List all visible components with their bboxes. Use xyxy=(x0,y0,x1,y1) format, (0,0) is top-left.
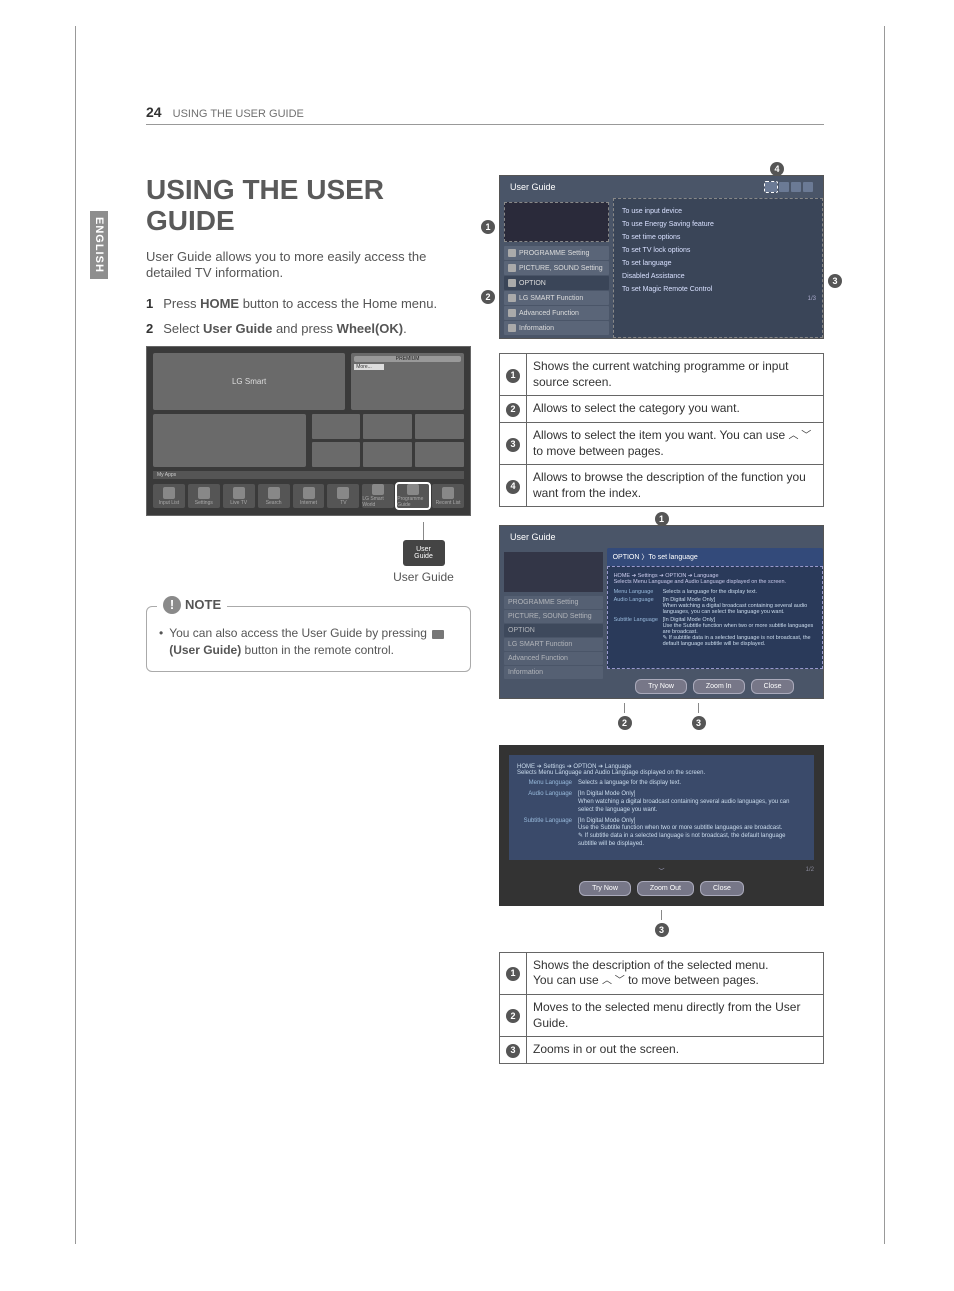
side-advanced: Advanced Function xyxy=(504,306,609,320)
callout-3: 3 xyxy=(828,274,842,288)
callout-4: 4 xyxy=(770,162,784,176)
hm-content-box xyxy=(153,414,306,466)
zoom-in-button: Zoom In xyxy=(693,679,745,694)
zoom-screenshot: HOME ➔ Settings ➔ OPTION ➔ Language Sele… xyxy=(499,745,824,937)
description-table-1: 1 Shows the current watching programme o… xyxy=(499,353,824,507)
zoom-out-button: Zoom Out xyxy=(637,881,694,896)
row-desc: Allows to select the category you want. xyxy=(527,396,824,423)
side-picture-sound: PICTURE, SOUND Setting xyxy=(504,261,609,275)
row-num: 3 xyxy=(506,1044,520,1058)
dock-tv: TV xyxy=(327,484,359,508)
ug-title: User Guide xyxy=(510,532,556,542)
arrows-icon: ︿ ﹀ xyxy=(602,976,625,987)
hm-dock: Input List Settings Live TV Search Inter… xyxy=(153,483,464,510)
try-now-button: Try Now xyxy=(635,679,687,694)
user-guide-popup-box: User Guide xyxy=(403,540,445,566)
dock-live-tv: Live TV xyxy=(223,484,255,508)
row-desc: Shows the description of the selected me… xyxy=(527,952,824,994)
note-icon: ! xyxy=(163,596,181,614)
callout-2: 2 xyxy=(481,290,495,304)
callout-2: 2 xyxy=(618,716,632,730)
dock-search: Search xyxy=(258,484,290,508)
arrows-icon: ︿ ﹀ xyxy=(788,430,811,441)
detail-breadcrumb: OPTION 〉To set language xyxy=(607,548,823,566)
row-desc: Shows the current watching programme or … xyxy=(527,354,824,396)
user-guide-screen-1: 1 2 3 4 User Guide xyxy=(499,175,824,339)
book-icon xyxy=(432,630,444,639)
ug-sidebar-dim: PROGRAMME Setting PICTURE, SOUND Setting… xyxy=(500,548,607,698)
ug-title: User Guide xyxy=(510,182,556,192)
step-2: 2 Select User Guide and press Wheel(OK). xyxy=(146,321,471,336)
language-tab: ENGLISH xyxy=(90,211,108,279)
ug-item: To set Magic Remote Control xyxy=(620,283,816,296)
ug-item: To set language xyxy=(620,257,816,270)
step-number: 2 xyxy=(146,321,153,336)
page-header: 24 USING THE USER GUIDE xyxy=(146,104,824,125)
side-information: Information xyxy=(504,321,609,335)
step-number: 1 xyxy=(146,296,153,311)
dock-smart-world: LG Smart World xyxy=(362,484,394,508)
ug-item: To set TV lock options xyxy=(620,244,816,257)
min-icon xyxy=(779,182,789,192)
row-desc: Moves to the selected menu directly from… xyxy=(527,994,824,1036)
page-number: 24 xyxy=(146,104,162,120)
page-indicator: 1/2 xyxy=(665,867,815,873)
try-now-button: Try Now xyxy=(579,881,631,896)
row-num: 4 xyxy=(506,480,520,494)
dock-settings: Settings xyxy=(188,484,220,508)
intro-text: User Guide allows you to more easily acc… xyxy=(146,249,471,283)
page-title: USING THE USER GUIDE xyxy=(146,175,471,237)
row-num: 3 xyxy=(506,438,520,452)
close-button: Close xyxy=(700,881,744,896)
description-table-2: 1 Shows the description of the selected … xyxy=(499,952,824,1064)
dock-programme-guide: Programme Guide xyxy=(397,484,429,508)
row-desc: Allows to browse the description of the … xyxy=(527,465,824,507)
user-guide-popup: User Guide User Guide xyxy=(376,522,471,584)
page-indicator: 1/3 xyxy=(620,296,816,302)
row-desc: Zooms in or out the screen. xyxy=(527,1037,824,1064)
note-box: ! NOTE • You can also access the User Gu… xyxy=(146,606,471,672)
callout-1: 1 xyxy=(481,220,495,234)
detail-content: HOME ➔ Settings ➔ OPTION ➔ Language Sele… xyxy=(607,566,823,669)
dock-input-list: Input List xyxy=(153,484,185,508)
user-guide-screen-2: 1 User Guide PROGRAMME Setting PICTURE, … xyxy=(499,525,824,731)
index-icon xyxy=(765,182,777,192)
side-smart-function: LG SMART Function xyxy=(504,291,609,305)
dock-recent-list: Recent List xyxy=(432,484,464,508)
home-menu-screenshot: LG Smart PREMIUM More... My Apps Input L… xyxy=(146,346,471,516)
row-num: 2 xyxy=(506,403,520,417)
arrow-icon xyxy=(791,182,801,192)
ug-preview xyxy=(504,202,609,242)
note-label: NOTE xyxy=(185,596,221,614)
dock-internet: Internet xyxy=(293,484,325,508)
row-num: 1 xyxy=(506,369,520,383)
callout-1: 1 xyxy=(655,512,669,526)
close-icon xyxy=(803,182,813,192)
ug-item: To use input device xyxy=(620,205,816,218)
side-programme: PROGRAMME Setting xyxy=(504,246,609,260)
callout-3: 3 xyxy=(655,923,669,937)
row-desc: Allows to select the item you want. You … xyxy=(527,423,824,465)
user-guide-popup-label: User Guide xyxy=(376,570,471,584)
row-num: 2 xyxy=(506,1009,520,1023)
header-section: USING THE USER GUIDE xyxy=(173,108,304,120)
ug-item: Disabled Assistance xyxy=(620,270,816,283)
ug-sidebar: PROGRAMME Setting PICTURE, SOUND Setting… xyxy=(500,198,613,338)
row-num: 1 xyxy=(506,967,520,981)
ug-item: To use Energy Saving feature xyxy=(620,218,816,231)
close-button: Close xyxy=(751,679,795,694)
callout-3: 3 xyxy=(692,716,706,730)
apps-strip-label: My Apps xyxy=(153,471,464,479)
hm-brand-area: LG Smart xyxy=(153,353,345,410)
side-option: OPTION xyxy=(504,276,609,290)
ug-main-list: To use input device To use Energy Saving… xyxy=(613,198,823,338)
step-1: 1 Press HOME button to access the Home m… xyxy=(146,296,471,311)
hm-app-grid xyxy=(312,414,465,466)
hm-premium-box: PREMIUM More... xyxy=(351,353,464,410)
ug-item: To set time options xyxy=(620,231,816,244)
